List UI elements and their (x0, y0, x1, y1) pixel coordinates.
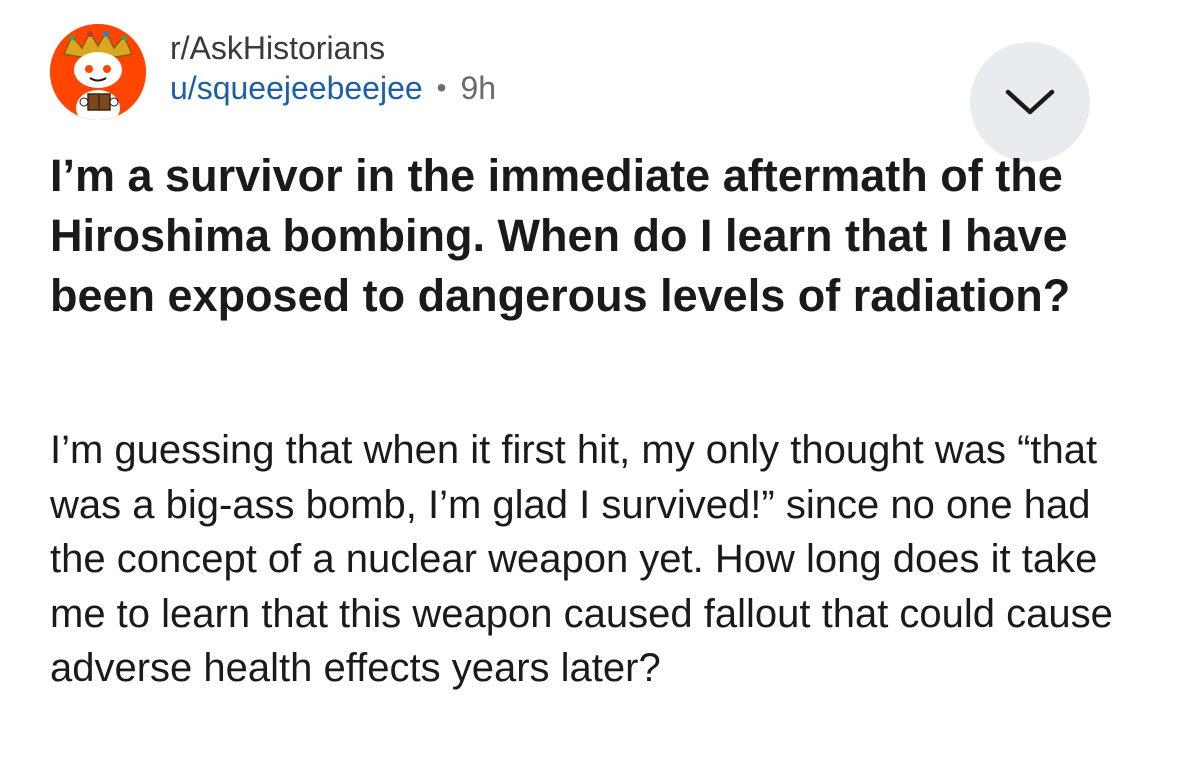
avatar-graphic (50, 24, 146, 120)
post-meta: r/AskHistorians u/squeejeebeejee • 9h (170, 28, 496, 108)
post-body: I’m guessing that when it first hit, my … (50, 428, 1113, 690)
meta-separator: • (436, 72, 447, 103)
post-card: r/AskHistorians u/squeejeebeejee • 9h I’… (0, 0, 1179, 774)
subreddit-link[interactable]: r/AskHistorians (170, 28, 496, 68)
subreddit-avatar-icon[interactable] (50, 24, 146, 120)
chevron-down-icon (1005, 89, 1055, 115)
post-age: 9h (460, 70, 497, 106)
collapse-button[interactable] (970, 42, 1090, 162)
post-title[interactable]: I’m a survivor in the immediate aftermat… (50, 146, 1140, 326)
byline: u/squeejeebeejee • 9h (170, 68, 496, 108)
author-link[interactable]: u/squeejeebeejee (170, 68, 423, 108)
